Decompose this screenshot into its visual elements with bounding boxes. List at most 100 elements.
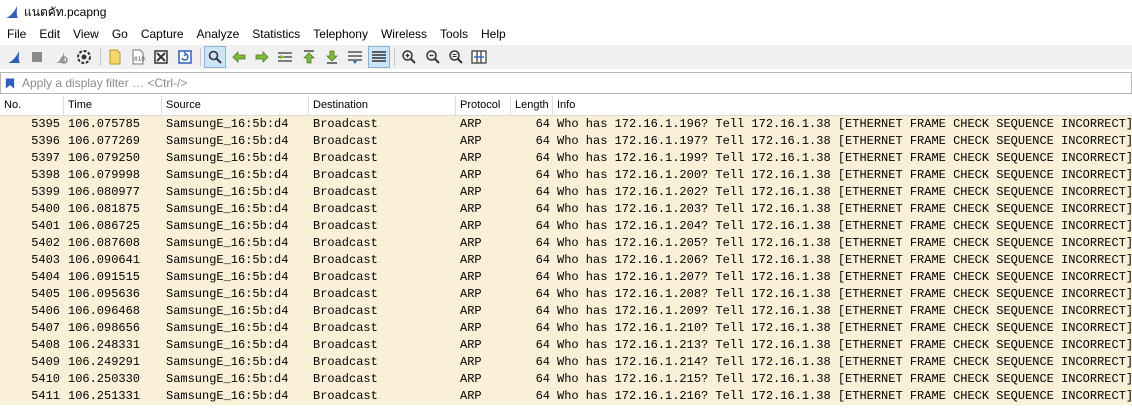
start-capture-button[interactable] — [3, 46, 25, 68]
window-title: แนตคัท.pcapng — [24, 4, 107, 19]
table-row[interactable]: 5404 106.091515 SamsungE_16:5b:d4 Broadcast… — [0, 269, 1132, 286]
close-file-button[interactable] — [150, 46, 172, 68]
normal-size-button[interactable] — [445, 46, 467, 68]
menu-file[interactable]: File — [0, 24, 32, 44]
cell-no: 5410 — [31, 372, 60, 386]
zoom-reset-icon — [449, 50, 463, 64]
cell-destination: Broadcast — [313, 389, 378, 403]
cell-protocol: ARP — [460, 151, 482, 165]
cell-source: SamsungE_16:5b:d4 — [166, 321, 289, 335]
table-row[interactable]: 5400 106.081875 SamsungE_16:5b:d4 Broadcast… — [0, 201, 1132, 218]
cell-no: 5399 — [31, 185, 60, 199]
column-header-source[interactable]: Source — [162, 96, 309, 115]
cell-length: 64 — [535, 389, 550, 403]
go-to-packet-icon — [278, 52, 293, 62]
open-file-button[interactable] — [104, 46, 126, 68]
table-row[interactable]: 5407 106.098656 SamsungE_16:5b:d4 Broadcast… — [0, 320, 1132, 337]
menu-tools[interactable]: Tools — [433, 24, 474, 44]
go-to-packet-button[interactable] — [274, 46, 296, 68]
cell-destination: Broadcast — [313, 321, 378, 335]
cell-source: SamsungE_16:5b:d4 — [166, 355, 289, 369]
menu-telephony[interactable]: Telephony — [306, 24, 374, 44]
column-header-time[interactable]: Time — [64, 96, 162, 115]
cell-source: SamsungE_16:5b:d4 — [166, 270, 289, 284]
cell-protocol: ARP — [460, 134, 482, 148]
cell-length: 64 — [535, 321, 550, 335]
menu-statistics[interactable]: Statistics — [245, 24, 306, 44]
reload-icon — [177, 50, 192, 64]
cell-source: SamsungE_16:5b:d4 — [166, 287, 289, 301]
cell-info: Who has 172.16.1.205? Tell 172.16.1.38 [… — [557, 236, 1132, 250]
resize-columns-icon — [471, 50, 488, 64]
table-row[interactable]: 5397 106.079250 SamsungE_16:5b:d4 Broadcast… — [0, 150, 1132, 167]
filter-bookmark-button[interactable] — [1, 73, 19, 93]
cell-length: 64 — [535, 219, 550, 233]
cell-time: 106.249291 — [68, 355, 141, 369]
cell-source: SamsungE_16:5b:d4 — [166, 253, 289, 267]
cell-time: 106.250330 — [68, 372, 141, 386]
table-row[interactable]: 5399 106.080977 SamsungE_16:5b:d4 Broadcast… — [0, 184, 1132, 201]
cell-info: Who has 172.16.1.202? Tell 172.16.1.38 [… — [557, 185, 1132, 199]
cell-info: Who has 172.16.1.209? Tell 172.16.1.38 [… — [557, 304, 1132, 318]
cell-time: 106.251331 — [68, 389, 141, 403]
cell-no: 5398 — [31, 168, 60, 182]
cell-length: 64 — [535, 168, 550, 182]
cell-protocol: ARP — [460, 236, 482, 250]
table-row[interactable]: 5408 106.248331 SamsungE_16:5b:d4 Broadcast… — [0, 337, 1132, 354]
table-row[interactable]: 5402 106.087608 SamsungE_16:5b:d4 Broadcast… — [0, 235, 1132, 252]
cell-info: Who has 172.16.1.197? Tell 172.16.1.38 [… — [557, 134, 1132, 148]
cell-no: 5403 — [31, 253, 60, 267]
auto-scroll-icon — [348, 51, 363, 64]
restart-capture-button[interactable] — [50, 46, 72, 68]
display-filter-input[interactable] — [19, 74, 1131, 92]
menu-capture[interactable]: Capture — [134, 24, 190, 44]
cell-destination: Broadcast — [313, 236, 378, 250]
menu-view[interactable]: View — [66, 24, 105, 44]
go-back-button[interactable] — [228, 46, 250, 68]
table-row[interactable]: 5409 106.249291 SamsungE_16:5b:d4 Broadcast… — [0, 354, 1132, 371]
column-header-destination[interactable]: Destination — [309, 96, 456, 115]
last-packet-button[interactable] — [321, 46, 343, 68]
table-row[interactable]: 5401 106.086725 SamsungE_16:5b:d4 Broadcast… — [0, 218, 1132, 235]
column-header-protocol[interactable]: Protocol — [456, 96, 511, 115]
auto-scroll-button[interactable] — [344, 46, 366, 68]
zoom-in-button[interactable] — [398, 46, 420, 68]
table-row[interactable]: 5410 106.250330 SamsungE_16:5b:d4 Broadcast… — [0, 371, 1132, 388]
table-row[interactable]: 5396 106.077269 SamsungE_16:5b:d4 Broadcast… — [0, 133, 1132, 150]
menu-edit[interactable]: Edit — [32, 24, 66, 44]
arrow-down-bar-icon — [326, 50, 339, 64]
table-row[interactable]: 5406 106.096468 SamsungE_16:5b:d4 Broadcast… — [0, 303, 1132, 320]
menu-go[interactable]: Go — [105, 24, 134, 44]
go-forward-button[interactable] — [251, 46, 273, 68]
table-row[interactable]: 5403 106.090641 SamsungE_16:5b:d4 Broadcast… — [0, 252, 1132, 269]
zoom-out-button[interactable] — [422, 46, 444, 68]
table-row[interactable]: 5395 106.075785 SamsungE_16:5b:d4 Broadcast… — [0, 116, 1132, 133]
menu-analyze[interactable]: Analyze — [190, 24, 246, 44]
display-filter-bar — [0, 72, 1132, 94]
column-header-no[interactable]: No. — [0, 96, 64, 115]
table-row[interactable]: 5405 106.095636 SamsungE_16:5b:d4 Broadcast… — [0, 286, 1132, 303]
reload-file-button[interactable] — [174, 46, 196, 68]
cell-length: 64 — [535, 287, 550, 301]
resize-columns-button[interactable] — [468, 46, 490, 68]
cell-time: 106.091515 — [68, 270, 141, 284]
find-packet-button[interactable] — [204, 46, 227, 68]
first-packet-button[interactable] — [298, 46, 320, 68]
cell-destination: Broadcast — [313, 270, 378, 284]
menu-wireless[interactable]: Wireless — [374, 24, 433, 44]
main-toolbar: 0101 — [0, 45, 1132, 69]
cell-length: 64 — [535, 151, 550, 165]
colorize-button[interactable] — [367, 46, 390, 68]
cell-time: 106.075785 — [68, 117, 141, 131]
cell-destination: Broadcast — [313, 151, 378, 165]
column-header-info[interactable]: Info — [553, 96, 1132, 115]
table-row[interactable]: 5411 106.251331 SamsungE_16:5b:d4 Broadcast… — [0, 388, 1132, 405]
packet-list: No. Time Source Destination Protocol Len… — [0, 96, 1132, 408]
cell-length: 64 — [535, 134, 550, 148]
stop-capture-button[interactable] — [26, 46, 48, 68]
capture-options-button[interactable] — [73, 46, 95, 68]
open-recent-button[interactable]: 0101 — [127, 46, 149, 68]
column-header-length[interactable]: Length — [511, 96, 553, 115]
table-row[interactable]: 5398 106.079998 SamsungE_16:5b:d4 Broadcast… — [0, 167, 1132, 184]
menu-help[interactable]: Help — [474, 24, 512, 44]
